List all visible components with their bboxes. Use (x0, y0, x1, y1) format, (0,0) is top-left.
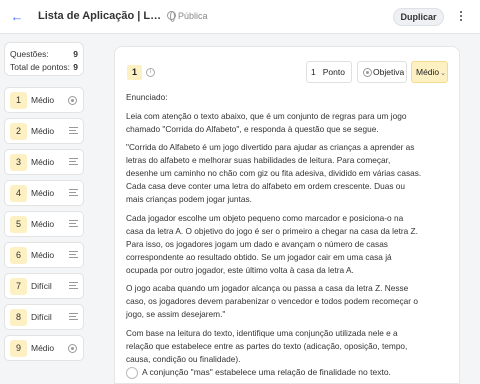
question-number: 9 (10, 340, 27, 357)
summary-box: Questões: 9 Total de pontos: 9 (4, 42, 84, 76)
visibility-indicator: Pública (167, 11, 208, 22)
question-number: 2 (10, 123, 27, 140)
question-type-selector[interactable]: Objetiva (357, 61, 407, 83)
question-difficulty: Médio (31, 219, 55, 229)
more-options-icon[interactable] (456, 9, 466, 25)
question-number: 4 (10, 185, 27, 202)
question-difficulty: Difícil (31, 312, 52, 322)
visibility-label: Pública (178, 11, 208, 21)
info-icon[interactable]: i (146, 68, 155, 77)
question-number: 6 (10, 247, 27, 264)
essay-icon (69, 127, 78, 135)
question-number: 7 (10, 278, 27, 295)
question-difficulty: Médio (31, 250, 55, 260)
essay-icon (69, 282, 78, 290)
question-number-badge: 1 (127, 65, 142, 80)
points-value: 1 (311, 67, 316, 77)
essay-icon (69, 251, 78, 259)
essay-icon (69, 313, 78, 321)
essay-icon (69, 189, 78, 197)
questions-count: 9 (73, 49, 78, 59)
question-difficulty: Difícil (31, 281, 52, 291)
difficulty-dropdown[interactable]: Médio⌄ (411, 61, 448, 83)
question-number: 1 (10, 92, 27, 109)
question-number: 3 (10, 154, 27, 171)
question-number: 8 (10, 309, 27, 326)
question-item-9[interactable]: 9 Médio (4, 335, 84, 361)
points-unit: Ponto (322, 67, 345, 77)
points-count: 9 (73, 62, 78, 72)
question-difficulty: Médio (31, 126, 55, 136)
statement-paragraph: Cada jogador escolhe um objeto pequeno c… (126, 212, 418, 275)
duplicate-button[interactable]: Duplicar (393, 8, 444, 26)
chevron-down-icon: ⌄ (440, 70, 447, 77)
question-difficulty: Médio (31, 188, 55, 198)
question-statement: Enunciado: Leia com atenção o texto abai… (126, 91, 422, 372)
points-label: Total de pontos: (10, 62, 71, 72)
answer-option[interactable]: A conjunção "mas" estabelece uma relação… (126, 365, 446, 379)
page-title: Lista de Aplicação | Leitura e Interpret… (38, 10, 162, 22)
essay-icon (69, 220, 78, 228)
top-bar: ← Lista de Aplicação | Leitura e Interpr… (0, 0, 480, 34)
statement-paragraph: Com base na leitura do texto, identifiqu… (126, 327, 408, 364)
objective-icon (68, 344, 77, 353)
question-difficulty: Médio (31, 343, 55, 353)
statement-paragraph: O jogo acaba quando um jogador alcança o… (126, 283, 418, 320)
question-number: 5 (10, 216, 27, 233)
statement-label: Enunciado: (126, 92, 168, 102)
question-difficulty: Médio (31, 95, 55, 105)
statement-paragraph: Leia com atenção o texto abaixo, que é u… (126, 110, 407, 134)
question-item-6[interactable]: 6 Médio (4, 242, 84, 268)
points-field[interactable]: 1 Ponto (306, 61, 352, 83)
question-item-4[interactable]: 4 Médio (4, 180, 84, 206)
back-button[interactable]: ← (8, 8, 26, 26)
question-item-3[interactable]: 3 Médio (4, 149, 84, 175)
question-item-7[interactable]: 7 Difícil (4, 273, 84, 299)
arrow-left-icon: ← (10, 9, 24, 24)
question-item-1[interactable]: 1 Médio (4, 87, 84, 113)
objective-icon (68, 96, 77, 105)
question-item-2[interactable]: 2 Médio (4, 118, 84, 144)
question-card: 1 i 1 Ponto Objetiva Médio⌄ Enunciado: Le… (114, 46, 460, 384)
question-item-5[interactable]: 5 Médio (4, 211, 84, 237)
questions-label: Questões: (10, 49, 49, 59)
statement-paragraph: "Corrida do Alfabeto é um jogo divertido… (126, 142, 422, 205)
essay-icon (69, 158, 78, 166)
question-item-8[interactable]: 8 Difícil (4, 304, 84, 330)
globe-icon (167, 11, 176, 22)
question-difficulty: Médio (31, 157, 55, 167)
difficulty-value: Médio (416, 67, 440, 77)
